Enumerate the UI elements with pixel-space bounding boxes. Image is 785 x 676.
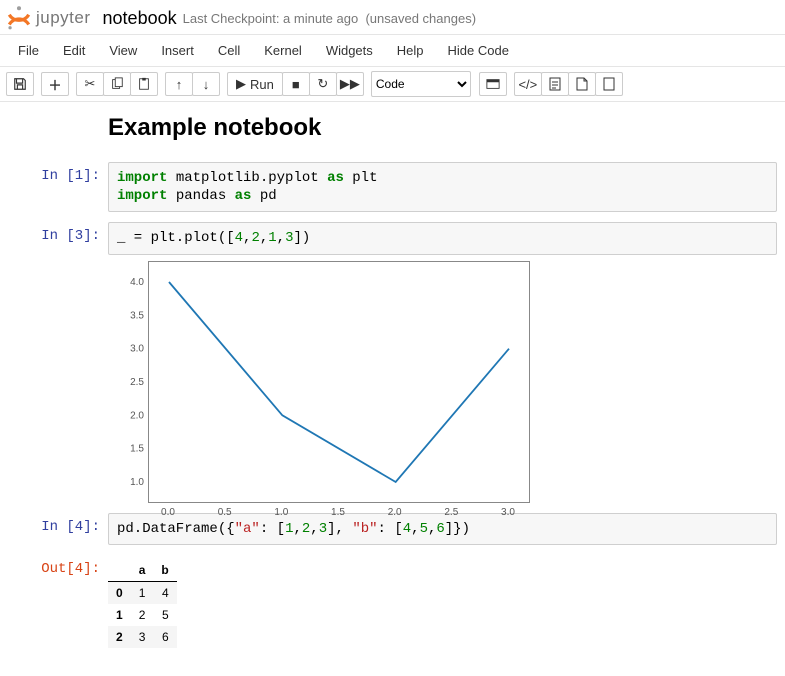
menu-cell[interactable]: Cell	[206, 37, 252, 64]
plot-output: 1.01.52.02.53.03.54.0 0.00.51.01.52.02.5…	[108, 261, 777, 503]
svg-text:1.5: 1.5	[331, 507, 345, 518]
nb-heading: Example notebook	[108, 114, 777, 142]
code-button[interactable]: </>	[514, 72, 542, 96]
svg-text:0.0: 0.0	[161, 507, 175, 518]
menubar: File Edit View Insert Cell Kernel Widget…	[0, 35, 785, 67]
cut-button[interactable]: ✂	[76, 72, 104, 96]
jupyter-logo[interactable]: jupyter	[6, 4, 91, 32]
checkpoint-text: Last Checkpoint: a minute ago (unsaved c…	[183, 11, 476, 26]
table-row: 236	[108, 626, 177, 648]
paste-button[interactable]	[130, 72, 158, 96]
table-row: 014	[108, 581, 177, 604]
table-row: 125	[108, 604, 177, 626]
notebook-title[interactable]: notebook	[103, 8, 177, 29]
copy-button[interactable]	[103, 72, 131, 96]
svg-text:2.0: 2.0	[130, 410, 144, 421]
run-button[interactable]: ▶Run	[227, 72, 283, 96]
menu-file[interactable]: File	[6, 37, 51, 64]
code-input[interactable]: _ = plt.plot([4,2,1,3])	[108, 222, 777, 254]
html-icon-button[interactable]	[541, 72, 569, 96]
menu-hide-code[interactable]: Hide Code	[436, 37, 521, 64]
svg-text:1.5: 1.5	[130, 443, 144, 454]
out-prompt: Out[4]:	[8, 555, 108, 648]
in-prompt: In [1]:	[8, 162, 108, 212]
svg-text:4.0: 4.0	[130, 277, 144, 288]
code-cell-2[interactable]: In [3]: _ = plt.plot([4,2,1,3]) 1.0 1.5 2.…	[0, 220, 785, 504]
svg-text:2.5: 2.5	[130, 377, 144, 388]
header: jupyter notebook Last Checkpoint: a minu…	[0, 0, 785, 35]
save-button[interactable]	[6, 72, 34, 96]
svg-text:0.5: 0.5	[218, 507, 232, 518]
output-cell-3: Out[4]: ab 014 125 236	[0, 553, 785, 650]
svg-text:3.5: 3.5	[130, 310, 144, 321]
menu-insert[interactable]: Insert	[149, 37, 206, 64]
svg-text:2.0: 2.0	[388, 507, 402, 518]
command-palette-button[interactable]	[479, 72, 507, 96]
stop-button[interactable]: ■	[282, 72, 310, 96]
code-input[interactable]: import matplotlib.pyplot as plt import p…	[108, 162, 777, 212]
logo-text: jupyter	[36, 8, 91, 28]
run-all-button[interactable]: ▶▶	[336, 72, 364, 96]
menu-edit[interactable]: Edit	[51, 37, 97, 64]
dataframe-output: ab 014 125 236	[108, 559, 177, 648]
svg-text:3.0: 3.0	[501, 507, 515, 518]
pdf-icon-button[interactable]	[568, 72, 596, 96]
menu-view[interactable]: View	[97, 37, 149, 64]
svg-text:1.0: 1.0	[274, 507, 288, 518]
play-icon: ▶	[236, 76, 246, 92]
doc-icon-button[interactable]	[595, 72, 623, 96]
restart-button[interactable]: ↻	[309, 72, 337, 96]
cell-type-select[interactable]: Code	[371, 71, 471, 97]
move-up-button[interactable]: ↑	[165, 72, 193, 96]
menu-widgets[interactable]: Widgets	[314, 37, 385, 64]
svg-text:2.5: 2.5	[444, 507, 458, 518]
svg-text:3.0: 3.0	[130, 343, 144, 354]
move-down-button[interactable]: ↓	[192, 72, 220, 96]
notebook-area: Example notebook In [1]: import matplotl…	[0, 102, 785, 676]
menu-help[interactable]: Help	[385, 37, 436, 64]
svg-text:1.0: 1.0	[130, 477, 144, 488]
in-prompt: In [4]:	[8, 513, 108, 545]
code-cell-1[interactable]: In [1]: import matplotlib.pyplot as plt …	[0, 160, 785, 214]
in-prompt: In [3]:	[8, 222, 108, 502]
menu-kernel[interactable]: Kernel	[252, 37, 314, 64]
toolbar: ＋ ✂ ↑ ↓ ▶Run ■ ↻ ▶▶ Code </>	[0, 67, 785, 102]
heading-cell[interactable]: Example notebook	[0, 108, 785, 154]
add-cell-button[interactable]: ＋	[41, 72, 69, 96]
